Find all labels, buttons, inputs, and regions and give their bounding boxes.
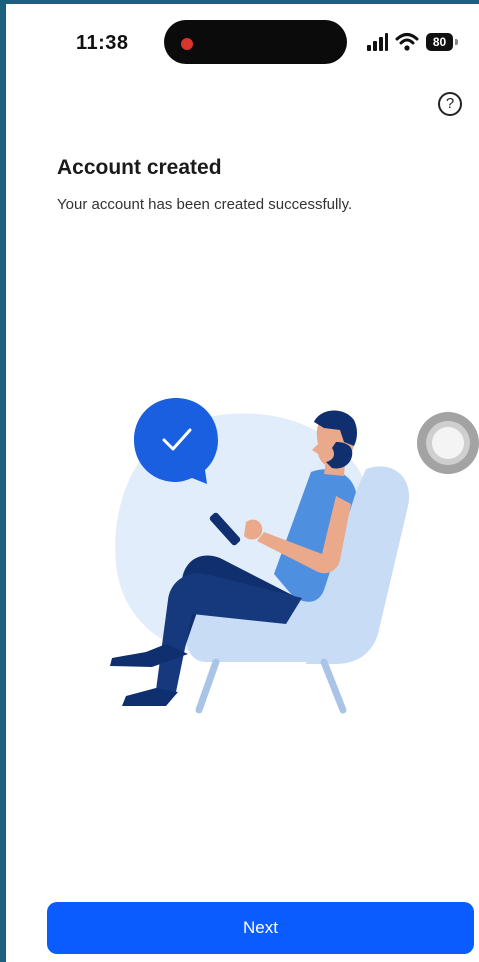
- signal-icon: [367, 33, 388, 51]
- phone-screen: 11:38 80 ? Account created Your account …: [6, 4, 479, 962]
- account-created-illustration: [110, 398, 410, 714]
- battery-tip: [455, 39, 458, 45]
- wifi-icon: [395, 33, 419, 51]
- assistive-touch-button[interactable]: [417, 412, 479, 474]
- status-bar: 11:38 80: [6, 4, 479, 84]
- question-mark-circle-icon: ?: [445, 95, 455, 112]
- status-time: 11:38: [76, 32, 129, 54]
- battery-icon: 80: [426, 33, 460, 51]
- recording-dot-icon: [181, 38, 193, 50]
- status-icons: 80: [366, 32, 466, 54]
- page-title: Account created: [57, 156, 222, 179]
- help-button[interactable]: ?: [438, 92, 462, 116]
- person-hand: [244, 519, 263, 540]
- next-button[interactable]: Next: [47, 902, 474, 954]
- person-shoe: [122, 688, 178, 706]
- dynamic-island: [164, 20, 347, 64]
- chair-leg: [195, 658, 220, 714]
- page-subtitle: Your account has been created successful…: [57, 196, 353, 213]
- chair-leg: [320, 658, 347, 714]
- battery-level: 80: [426, 33, 453, 51]
